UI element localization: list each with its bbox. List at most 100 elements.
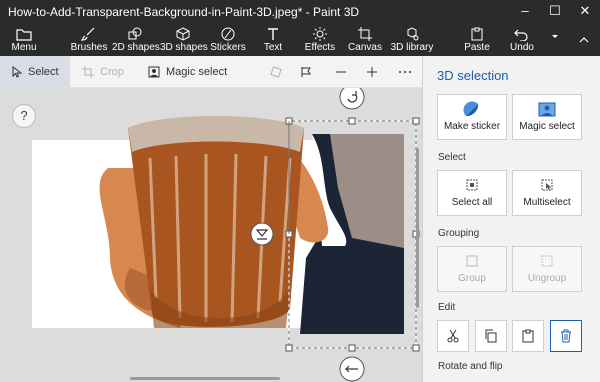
sticker-icon [463,101,479,117]
effects-icon [313,27,327,41]
text-icon [268,28,278,40]
crop-label: Crop [100,66,124,78]
close-button[interactable]: ✕ [570,0,600,24]
2d-shapes-icon [128,27,142,40]
crop-tool[interactable]: Crop [82,56,124,88]
select-all-label: Select all [451,197,493,208]
magic-select-label: Magic select [166,66,228,78]
zoom-in-button[interactable] [366,56,378,88]
ungroup-button[interactable]: Ungroup [512,246,582,292]
magic-select-button[interactable]: Magic select [512,94,582,140]
canvas-tool[interactable]: Canvas [348,24,382,56]
group-label: Group [458,273,486,284]
cut-button[interactable] [437,320,469,352]
minus-icon [336,71,346,73]
menu-button[interactable]: Menu [4,24,44,56]
3d-library-icon [407,27,419,41]
flag-tool[interactable] [300,56,312,88]
copy-button[interactable] [475,320,507,352]
multiselect-button[interactable]: Multiselect [512,170,582,216]
canvas-area[interactable]: ? [0,88,422,382]
ungroup-label: Ungroup [527,273,567,284]
2d-shapes-label: 2D shapes [112,42,160,53]
scissors-icon [447,329,459,343]
trash-icon [561,329,571,343]
select-section-label: Select [438,152,466,163]
copy-icon [485,329,497,343]
more-options-button[interactable] [398,56,412,88]
grouping-section-label: Grouping [438,228,480,239]
title-bar: How-to-Add-Transparent-Background-in-Pai… [0,0,600,24]
collapse-ribbon-button[interactable] [572,24,596,56]
select-label: Select [28,66,59,78]
chevron-up-icon [579,37,589,43]
magic-select-label: Magic select [519,121,575,132]
group-button[interactable]: Group [437,246,507,292]
flag-icon [301,67,311,77]
multiselect-icon [541,179,553,191]
multiselect-label: Multiselect [523,197,571,208]
group-icon [466,255,478,267]
rotate-handle-bottom[interactable] [339,356,365,382]
maximize-button[interactable]: ☐ [540,0,570,24]
3d-library-label: 3D library [390,42,434,53]
horizontal-scrollbar[interactable] [130,377,280,380]
plus-icon [367,67,377,77]
3d-shapes-tool[interactable]: 3D shapes [160,24,208,56]
text-label: Text [263,42,283,53]
undo-icon [514,29,528,41]
minimize-button[interactable]: – [510,0,540,24]
select-all-icon [466,179,478,191]
paste-label: Paste [464,42,490,53]
folder-icon [16,29,32,41]
cursor-icon [12,66,22,78]
text-tool[interactable]: Text [258,24,288,56]
effects-tool[interactable]: Effects [302,24,338,56]
make-sticker-button[interactable]: Make sticker [437,94,507,140]
tool-options-bar: Select Crop Magic select [0,56,422,88]
brushes-label: Brushes [70,42,108,53]
rotate-section-label: Rotate and flip [438,361,503,372]
rotate-view-icon [270,66,282,78]
vertical-scrollbar[interactable] [416,148,419,308]
crop-icon [82,66,94,78]
ungroup-icon [541,255,553,267]
magic-select-icon [148,66,160,78]
undo-button[interactable]: Undo [508,24,536,56]
brush-icon [81,27,95,41]
rotate-view-tool[interactable] [270,56,282,88]
paste-panel-button[interactable] [512,320,544,352]
canvas-icon [358,27,372,41]
3d-shapes-label: 3D shapes [160,42,208,53]
chevron-down-icon [552,35,558,38]
effects-label: Effects [304,42,336,53]
3d-selection-panel: 3D selection Make sticker Magic select S… [422,56,600,382]
panel-title: 3D selection [437,68,509,83]
select-all-button[interactable]: Select all [437,170,507,216]
paste-icon [522,329,534,343]
2d-shapes-tool[interactable]: 2D shapes [112,24,160,56]
stickers-label: Stickers [210,42,246,53]
ribbon: Menu Brushes 2D shapes 3D shapes Sticker… [0,24,600,56]
paste-button[interactable]: Paste [462,24,492,56]
paste-icon [471,27,483,41]
photo-image[interactable] [0,88,422,382]
delete-button[interactable] [550,320,582,352]
select-tool[interactable]: Select [0,56,70,88]
zoom-out-button[interactable] [335,56,347,88]
3d-library-tool[interactable]: 3D library [390,24,434,56]
canvas-label: Canvas [348,42,382,53]
cube-icon [176,27,190,41]
brushes-tool[interactable]: Brushes [70,24,108,56]
undo-label: Undo [510,42,534,53]
magic-select-icon [538,102,556,117]
edit-section-label: Edit [438,302,456,313]
window-title: How-to-Add-Transparent-Background-in-Pai… [8,5,360,19]
stickers-tool[interactable]: Stickers [208,24,248,56]
rotate-handle-top[interactable] [339,88,365,110]
magic-select-tool[interactable]: Magic select [148,56,227,88]
z-depth-handle[interactable] [250,222,274,246]
sticker-icon [221,27,235,41]
history-dropdown[interactable] [544,24,566,56]
more-icon [399,71,411,73]
